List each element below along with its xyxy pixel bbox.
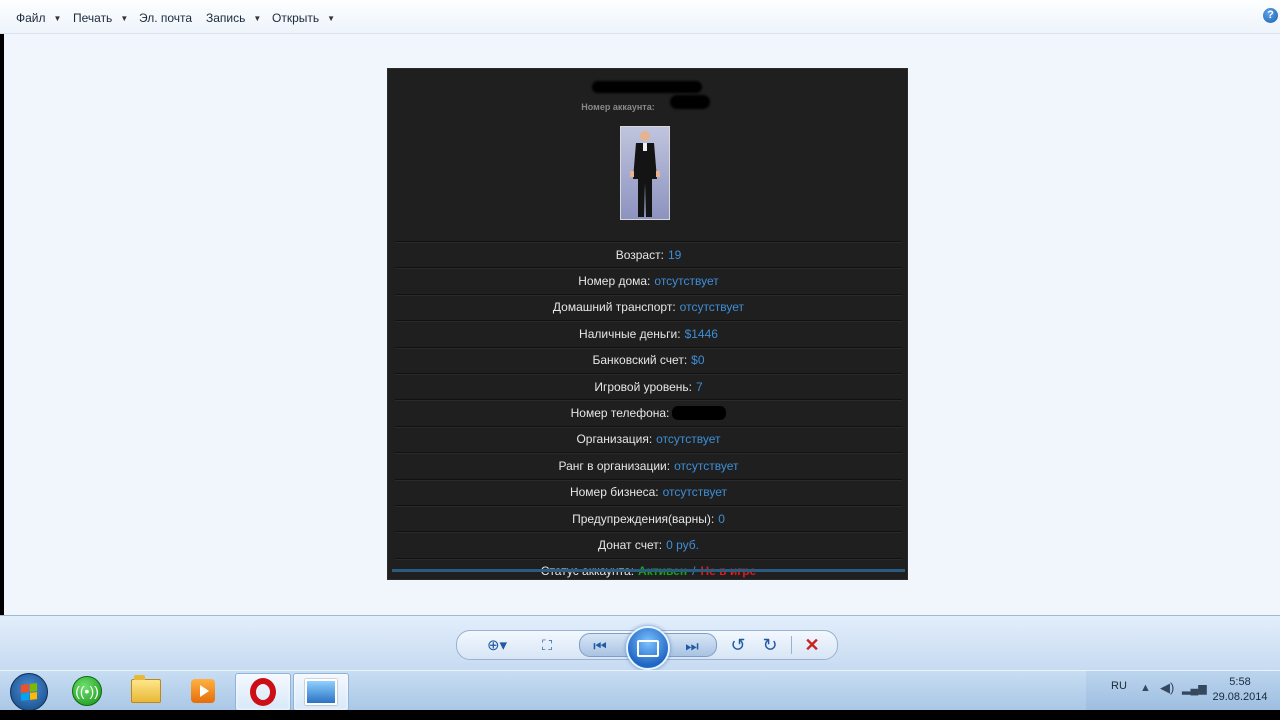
menu-open[interactable]: Открыть ▼ <box>272 9 335 27</box>
media-player-icon <box>191 679 215 703</box>
delete-icon[interactable]: ✕ <box>800 633 824 657</box>
taskbar-explorer[interactable] <box>119 673 173 709</box>
previous-icon[interactable]: ⏮ <box>588 634 612 658</box>
row-vehicle: Домашний транспорт: отсутствует <box>395 293 902 320</box>
character-avatar <box>620 126 670 220</box>
chevron-down-icon: ▼ <box>53 13 62 23</box>
fit-window-icon[interactable]: ⛶ <box>535 633 559 657</box>
folder-icon <box>131 675 161 703</box>
row-business: Номер бизнеса: отсутствует <box>395 478 902 505</box>
menu-burn[interactable]: Запись ▼ <box>206 9 261 27</box>
clock-date: 29.08.2014 <box>1212 691 1268 703</box>
taskbar-photo-viewer[interactable] <box>293 673 349 711</box>
help-icon[interactable]: ? <box>1263 8 1278 23</box>
divider <box>791 636 792 654</box>
row-cash: Наличные деньги: $1446 <box>395 320 902 346</box>
account-number-label: Номер аккаунта: <box>581 102 655 112</box>
taskbar-opera[interactable] <box>235 673 291 711</box>
volume-icon[interactable]: ◀) <box>1160 680 1174 696</box>
language-indicator[interactable]: RU <box>1111 680 1127 692</box>
menu-print[interactable]: Печать ▼ <box>73 9 128 27</box>
bottom-edge <box>0 710 1280 720</box>
profile-rows: Возраст: 19 Номер дома: отсутствует Домашн… <box>395 241 902 584</box>
row-warnings: Предупреждения(варны): 0 <box>395 504 902 531</box>
next-icon[interactable]: ⏭ <box>680 634 704 658</box>
row-level: Игровой уровень: 7 <box>395 372 902 399</box>
row-age: Возраст: 19 <box>395 241 902 267</box>
taskbar-network-manager[interactable]: ((•)) <box>60 673 114 709</box>
zoom-icon[interactable]: ⊕▾ <box>481 633 513 657</box>
redacted-phone <box>672 406 727 421</box>
opera-icon <box>250 678 276 706</box>
menu-file[interactable]: Файл ▼ <box>16 9 61 27</box>
redacted-name <box>592 81 702 93</box>
chevron-down-icon: ▼ <box>120 13 129 23</box>
menu-email[interactable]: Эл. почта <box>139 9 192 27</box>
row-bank: Банковский счет: $0 <box>395 346 902 373</box>
taskbar: ((•)) RU ▲ ◀) ▂▄▆ 5:58 29.08.2014 <box>0 670 1280 711</box>
chevron-down-icon: ▼ <box>253 13 262 23</box>
slideshow-button[interactable] <box>626 626 670 670</box>
menu-bar: Файл ▼ Печать ▼ Эл. почта Запись ▼ Открыть ▼… <box>0 0 1280 34</box>
row-donate: Донат счет: 0 руб. <box>395 531 902 557</box>
clock[interactable]: 5:58 29.08.2014 <box>1208 675 1272 705</box>
panel-bottom-border <box>392 569 905 572</box>
row-house: Номер дома: отсутствует <box>395 267 902 293</box>
row-organization: Организация: отсутствует <box>395 425 902 452</box>
image-viewer-area: Номер аккаунта: Возраст: 19 Номер дома: от… <box>4 34 1280 615</box>
show-hidden-icons-icon[interactable]: ▲ <box>1140 682 1151 694</box>
windows-logo-icon <box>21 683 37 701</box>
controls-pill: ⊕▾ ⛶ ⏮ ⏭ ↺ ↻ ✕ <box>456 626 838 670</box>
profile-panel: Номер аккаунта: Возраст: 19 Номер дома: от… <box>387 68 908 580</box>
network-signal-icon[interactable]: ▂▄▆ <box>1182 682 1207 695</box>
slideshow-icon <box>637 639 659 657</box>
row-phone: Номер телефона: <box>395 399 902 425</box>
network-manager-icon: ((•)) <box>72 676 102 706</box>
chevron-down-icon: ▼ <box>327 13 336 23</box>
system-tray: RU ▲ ◀) ▂▄▆ 5:58 29.08.2014 <box>1086 671 1280 711</box>
clock-time: 5:58 <box>1229 676 1251 688</box>
photo-viewer-icon <box>305 679 337 705</box>
taskbar-media-player[interactable] <box>176 673 230 709</box>
start-button[interactable] <box>10 673 48 711</box>
rotate-ccw-icon[interactable]: ↺ <box>726 633 750 657</box>
viewer-controls: ⊕▾ ⛶ ⏮ ⏭ ↺ ↻ ✕ <box>0 615 1280 671</box>
row-rank: Ранг в организации: отсутствует <box>395 452 902 478</box>
rotate-cw-icon[interactable]: ↻ <box>758 633 782 657</box>
